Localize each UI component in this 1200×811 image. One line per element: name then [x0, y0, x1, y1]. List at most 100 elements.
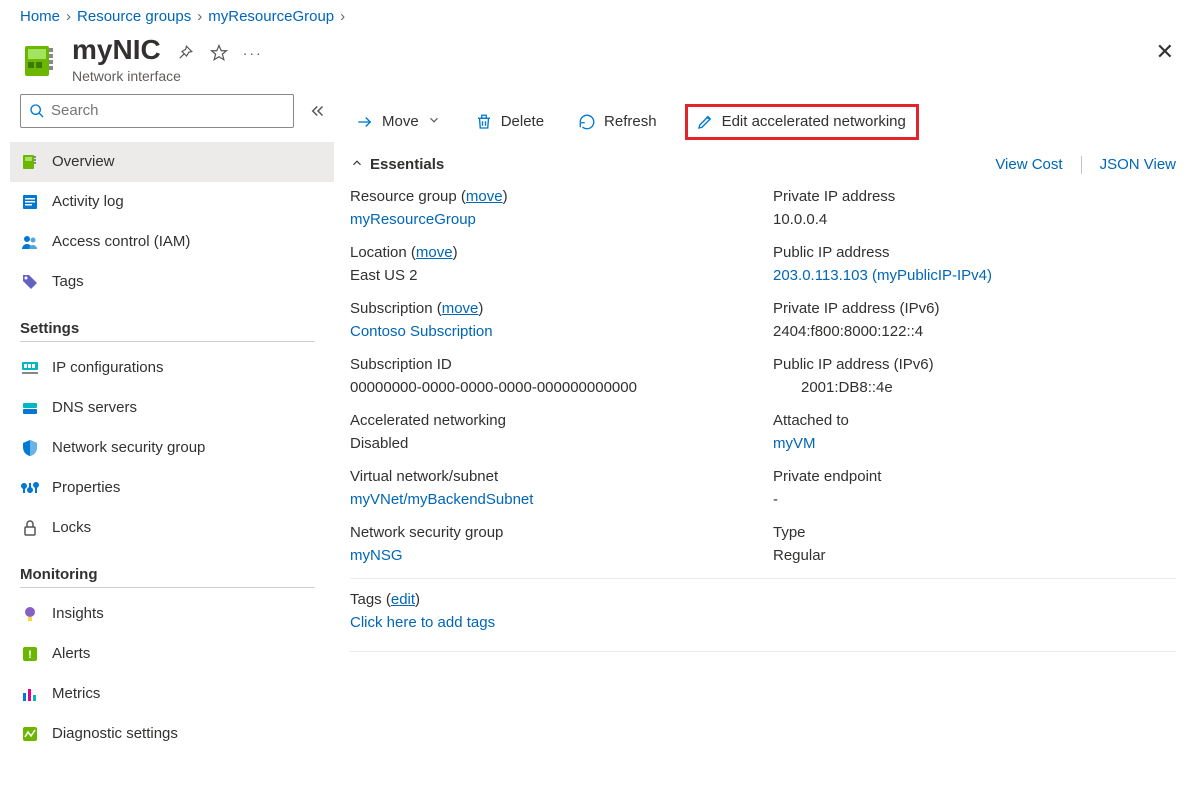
kv-key: Subscription	[350, 300, 433, 317]
breadcrumb-home[interactable]: Home	[20, 8, 60, 25]
sidebar-item-label: Insights	[52, 605, 104, 622]
nic-icon	[20, 152, 40, 172]
chevron-right-icon: ›	[197, 8, 202, 25]
kv-key: Private IP address (IPv6)	[773, 300, 1176, 317]
tag-icon	[20, 272, 40, 292]
sidebar-item-label: Diagnostic settings	[52, 725, 178, 742]
essentials-col-right: Private IP address 10.0.0.4 Public IP ad…	[773, 188, 1176, 564]
kv-value[interactable]: myResourceGroup	[350, 211, 753, 228]
breadcrumb-resource-groups[interactable]: Resource groups	[77, 8, 191, 25]
sidebar-item-activity-log[interactable]: Activity log	[10, 182, 334, 222]
chevron-down-icon	[427, 113, 441, 131]
sidebar-item-label: DNS servers	[52, 399, 137, 416]
move-link[interactable]: move	[442, 300, 479, 317]
metrics-icon	[20, 684, 40, 704]
sidebar-search[interactable]	[20, 94, 294, 128]
breadcrumb-myresourcegroup[interactable]: myResourceGroup	[208, 8, 334, 25]
sidebar-section-monitoring: Monitoring	[20, 566, 330, 583]
lock-icon	[20, 518, 40, 538]
sidebar-item-label: Network security group	[52, 439, 205, 456]
sidebar-item-label: Activity log	[52, 193, 124, 210]
kv-key: Public IP address	[773, 244, 1176, 261]
sidebar-item-label: Metrics	[52, 685, 100, 702]
essentials-body: Resource group (move) myResourceGroup Lo…	[350, 174, 1176, 564]
kv-value[interactable]: myNSG	[350, 547, 753, 564]
sidebar-item-label: IP configurations	[52, 359, 163, 376]
kv-private-ip: Private IP address 10.0.0.4	[773, 188, 1176, 228]
nic-resource-icon	[20, 39, 62, 81]
pin-icon[interactable]	[175, 43, 195, 63]
kv-nsg: Network security group myNSG	[350, 524, 753, 564]
tags-row: Tags (edit) Click here to add tags	[350, 578, 1176, 631]
sidebar-item-alerts[interactable]: ! Alerts	[10, 634, 334, 674]
button-label: Delete	[501, 113, 544, 130]
sidebar-item-label: Access control (IAM)	[52, 233, 190, 250]
more-icon[interactable]: ···	[243, 43, 263, 63]
delete-button[interactable]: Delete	[469, 109, 550, 135]
dns-icon	[20, 398, 40, 418]
kv-key: Private endpoint	[773, 468, 1176, 485]
kv-key: Private IP address	[773, 188, 1176, 205]
kv-value[interactable]: myVM	[773, 435, 1176, 452]
chevron-double-left-icon	[309, 102, 327, 120]
alert-icon: !	[20, 644, 40, 664]
kv-subscription: Subscription (move) Contoso Subscription	[350, 300, 753, 340]
page-subtitle: Network interface	[72, 68, 263, 84]
sidebar-item-diagnostic-settings[interactable]: Diagnostic settings	[10, 714, 334, 754]
sidebar-item-label: Locks	[52, 519, 91, 536]
view-cost-link[interactable]: View Cost	[995, 156, 1062, 173]
kv-key: Resource group	[350, 188, 457, 205]
move-link[interactable]: move	[416, 244, 453, 261]
sidebar-item-dns-servers[interactable]: DNS servers	[10, 388, 334, 428]
kv-key: Virtual network/subnet	[350, 468, 753, 485]
sidebar-item-insights[interactable]: Insights	[10, 594, 334, 634]
divider	[350, 651, 1176, 652]
move-link[interactable]: move	[466, 188, 503, 205]
kv-key: Type	[773, 524, 1176, 541]
chevron-right-icon: ›	[66, 8, 71, 25]
close-icon[interactable]: ✕	[1156, 39, 1174, 65]
kv-value: -	[773, 491, 1176, 508]
page-title: myNIC	[72, 35, 161, 66]
sidebar-item-ip-configurations[interactable]: IP configurations	[10, 348, 334, 388]
breadcrumb: Home › Resource groups › myResourceGroup…	[0, 0, 1200, 29]
arrow-right-icon	[356, 113, 374, 131]
kv-key: Network security group	[350, 524, 753, 541]
star-icon[interactable]	[209, 43, 229, 63]
kv-public-ip-v6: Public IP address (IPv6) 2001:DB8::4e	[773, 356, 1176, 396]
edit-accelerated-networking-button[interactable]: Edit accelerated networking	[685, 104, 919, 140]
kv-vnet-subnet: Virtual network/subnet myVNet/myBackendS…	[350, 468, 753, 508]
refresh-button[interactable]: Refresh	[572, 109, 663, 135]
edit-tags-link[interactable]: edit	[391, 591, 415, 608]
main-content: Move Delete Refresh Edit accelerated net…	[340, 92, 1200, 754]
sidebar-collapse-button[interactable]	[306, 102, 330, 120]
log-icon	[20, 192, 40, 212]
json-view-link[interactable]: JSON View	[1100, 156, 1176, 173]
kv-value: 00000000-0000-0000-0000-000000000000	[350, 379, 753, 396]
kv-key: Attached to	[773, 412, 1176, 429]
kv-value: 10.0.0.4	[773, 211, 1176, 228]
kv-subscription-id: Subscription ID 00000000-0000-0000-0000-…	[350, 356, 753, 396]
sidebar-item-properties[interactable]: Properties	[10, 468, 334, 508]
essentials-col-left: Resource group (move) myResourceGroup Lo…	[350, 188, 753, 564]
add-tags-link[interactable]: Click here to add tags	[350, 614, 1176, 631]
kv-value[interactable]: 203.0.113.103 (myPublicIP-IPv4)	[773, 267, 1176, 284]
kv-value[interactable]: myVNet/myBackendSubnet	[350, 491, 753, 508]
sidebar-item-access-control[interactable]: Access control (IAM)	[10, 222, 334, 262]
kv-attached-to: Attached to myVM	[773, 412, 1176, 452]
sidebar-item-tags[interactable]: Tags	[10, 262, 334, 302]
sidebar-item-locks[interactable]: Locks	[10, 508, 334, 548]
kv-key: Accelerated networking	[350, 412, 753, 429]
sidebar-search-input[interactable]	[51, 102, 285, 119]
sidebar-item-nsg[interactable]: Network security group	[10, 428, 334, 468]
move-button[interactable]: Move	[350, 109, 447, 135]
kv-key: Location	[350, 244, 407, 261]
sidebar-item-overview[interactable]: Overview	[10, 142, 334, 182]
props-icon	[20, 478, 40, 498]
kv-value[interactable]: Contoso Subscription	[350, 323, 753, 340]
button-label: Move	[382, 113, 419, 130]
toolbar: Move Delete Refresh Edit accelerated net…	[350, 92, 1176, 150]
sidebar-item-metrics[interactable]: Metrics	[10, 674, 334, 714]
kv-value: Regular	[773, 547, 1176, 564]
essentials-toggle[interactable]: Essentials	[350, 156, 444, 174]
